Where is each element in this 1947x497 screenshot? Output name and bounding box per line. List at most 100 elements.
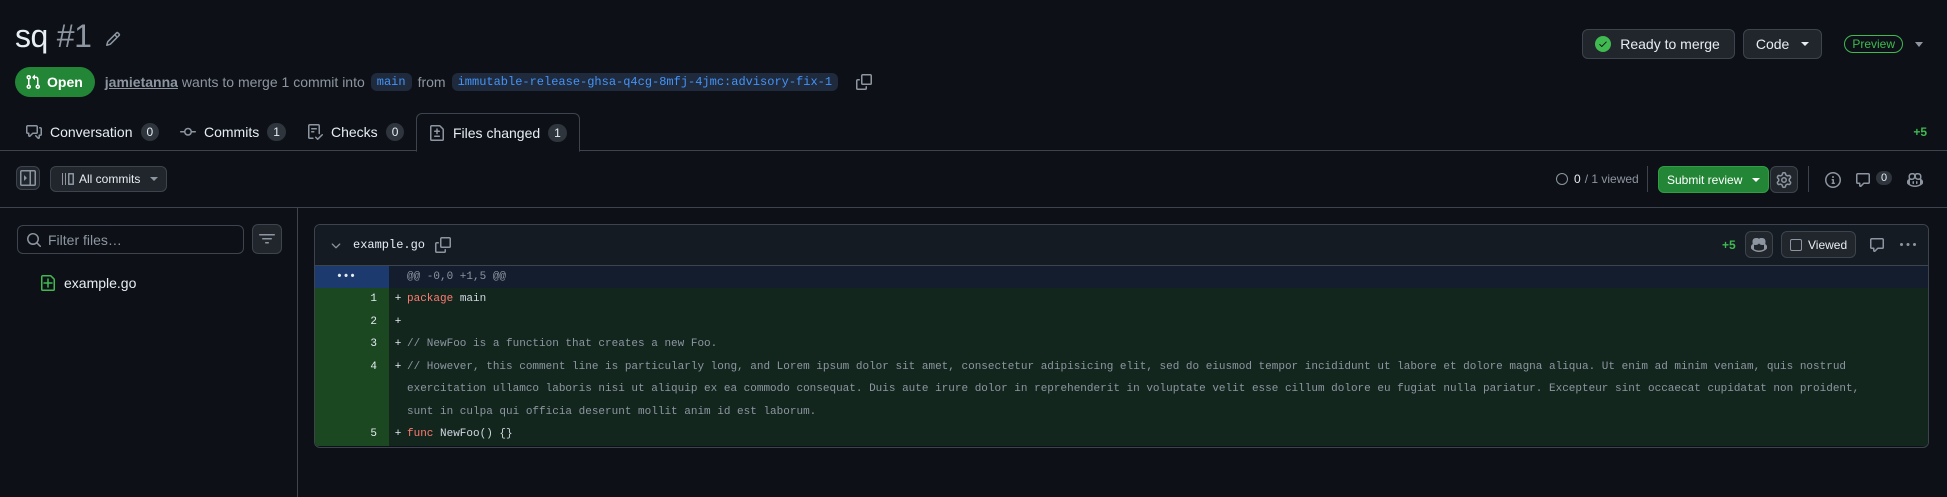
tab-checks-label: Checks [331,124,378,140]
comment-icon[interactable] [1855,172,1871,188]
code-button-label: Code [1755,36,1790,52]
diff-marker: + [394,293,402,305]
pr-meta: Open jamietanna wants to merge 1 commit … [15,67,873,97]
diff-marker [389,266,407,288]
line-number[interactable]: 1 [315,288,389,311]
code-line: func NewFoo() {} [407,423,1928,446]
chevron-down-icon [150,177,159,181]
header-actions: Ready to merge Code Preview [1582,29,1923,59]
pencil-icon[interactable] [105,31,121,47]
diff-marker: + [394,315,402,328]
copy-icon[interactable] [856,74,873,90]
diff-line: 4 + // However, this comment line is par… [315,355,1928,423]
file-added-icon [41,275,55,291]
line-number[interactable]: 3 [315,333,389,356]
file-diff-header: example.go +5 Viewed [315,225,1928,266]
files-toolbar: All commits 0 / 1 viewed Submit review 0 [0,164,1947,196]
pr-title-row: sq #1 [15,18,121,55]
tab-conversation-label: Conversation [50,124,133,140]
tab-commits-count: 1 [267,123,286,141]
ready-to-merge-button[interactable]: Ready to merge [1582,29,1735,59]
viewed-label: Viewed [1808,237,1848,252]
expand-hunk-button[interactable]: ••• [315,266,389,288]
submit-review-button[interactable]: Submit review [1658,166,1770,193]
gear-icon[interactable] [1770,166,1798,193]
file-tree-item-label: example.go [64,275,137,291]
tab-files-changed[interactable]: Files changed 1 [416,113,580,152]
code-comment: // NewFoo is a function that creates a n… [407,338,718,350]
tabs-additions: +5 [1913,125,1927,139]
tab-checks-count: 0 [385,123,405,141]
hunk-header-row: ••• @@ -0,0 +1,5 @@ [315,266,1928,288]
viewed-progress: 0 / 1 viewed [1556,172,1639,186]
git-commit-icon [180,127,196,136]
comment-icon[interactable] [1869,237,1885,253]
copilot-icon[interactable] [1745,231,1773,258]
pr-number: #1 [56,18,92,54]
file-name[interactable]: example.go [353,238,425,252]
chevron-down-icon [1801,42,1810,46]
tab-checks[interactable]: Checks 0 [307,113,405,151]
filter-icon[interactable] [252,224,282,254]
diff-line: 5 + func NewFoo() {} [315,423,1928,446]
tab-conversation[interactable]: Conversation 0 [26,113,160,151]
progress-ring-icon [1556,173,1568,185]
check-circle-icon [1595,36,1612,52]
line-number[interactable]: 4 [315,355,389,423]
line-number[interactable]: 5 [315,423,389,446]
code-keyword: package [407,293,454,305]
from-text: from [417,74,446,90]
code-text: main [453,293,487,305]
merge-text: wants to merge 1 commit into [181,74,365,90]
diff-line: 3 + // NewFoo is a function that creates… [315,333,1928,356]
base-branch[interactable]: main [370,73,412,91]
diff-line: 1 + package main [315,288,1928,311]
checkbox[interactable] [1790,238,1802,251]
diff-marker: + [394,360,402,373]
pr-tabs: Conversation 0 Commits 1 Checks 0 Files … [0,113,1947,152]
copy-icon[interactable] [435,237,451,253]
file-tree-item[interactable]: example.go [40,275,136,291]
code-text: NewFoo() {} [433,428,513,440]
chevron-down-icon[interactable] [329,239,343,253]
commits-icon [62,173,74,185]
copilot-icon[interactable] [1907,172,1923,188]
divider [1647,166,1648,192]
chevron-down-icon[interactable] [1915,41,1923,47]
hunk-header: @@ -0,0 +1,5 @@ [407,271,507,283]
all-commits-label: All commits [79,172,141,186]
viewed-done: 0 [1574,172,1581,186]
pr-title: sq #1 [15,18,92,55]
diff-marker: + [394,338,402,350]
diff-line: 2 + [315,310,1928,334]
divider [0,207,1947,208]
info-icon[interactable] [1825,172,1841,188]
filter-files-input[interactable] [48,231,228,248]
author-link[interactable]: jamietanna [105,74,178,90]
code-line: package main [407,288,1928,311]
divider [1808,166,1809,192]
preview-badge[interactable]: Preview [1844,35,1903,53]
search-icon [27,232,42,247]
sidebar-divider[interactable] [297,207,298,497]
viewed-checkbox-button[interactable]: Viewed [1781,231,1857,258]
all-commits-dropdown[interactable]: All commits [50,166,168,192]
tab-commits[interactable]: Commits 1 [180,113,286,151]
code-comment: // However, this comment line is particu… [407,360,1866,418]
head-branch[interactable]: immutable-release-ghsa-q4cg-8mfj-4jmc:ad… [451,73,839,91]
tab-files-changed-count: 1 [548,123,567,142]
code-button[interactable]: Code [1742,29,1823,59]
filter-files-field[interactable] [17,225,244,254]
tab-files-changed-label: Files changed [453,124,541,141]
tab-conversation-count: 0 [140,123,160,141]
kebab-horizontal-icon[interactable] [1900,237,1916,253]
file-diff: example.go +5 Viewed ••• @@ -0,0 +1,5 @@… [314,224,1929,448]
tab-commits-label: Commits [204,124,260,140]
chevron-down-icon [1752,177,1761,182]
submit-review-label: Submit review [1667,172,1743,187]
pr-state-badge: Open [15,67,95,97]
file-additions: +5 [1722,238,1736,252]
sidebar-expand-icon[interactable] [16,166,40,190]
line-number[interactable]: 2 [315,310,389,333]
